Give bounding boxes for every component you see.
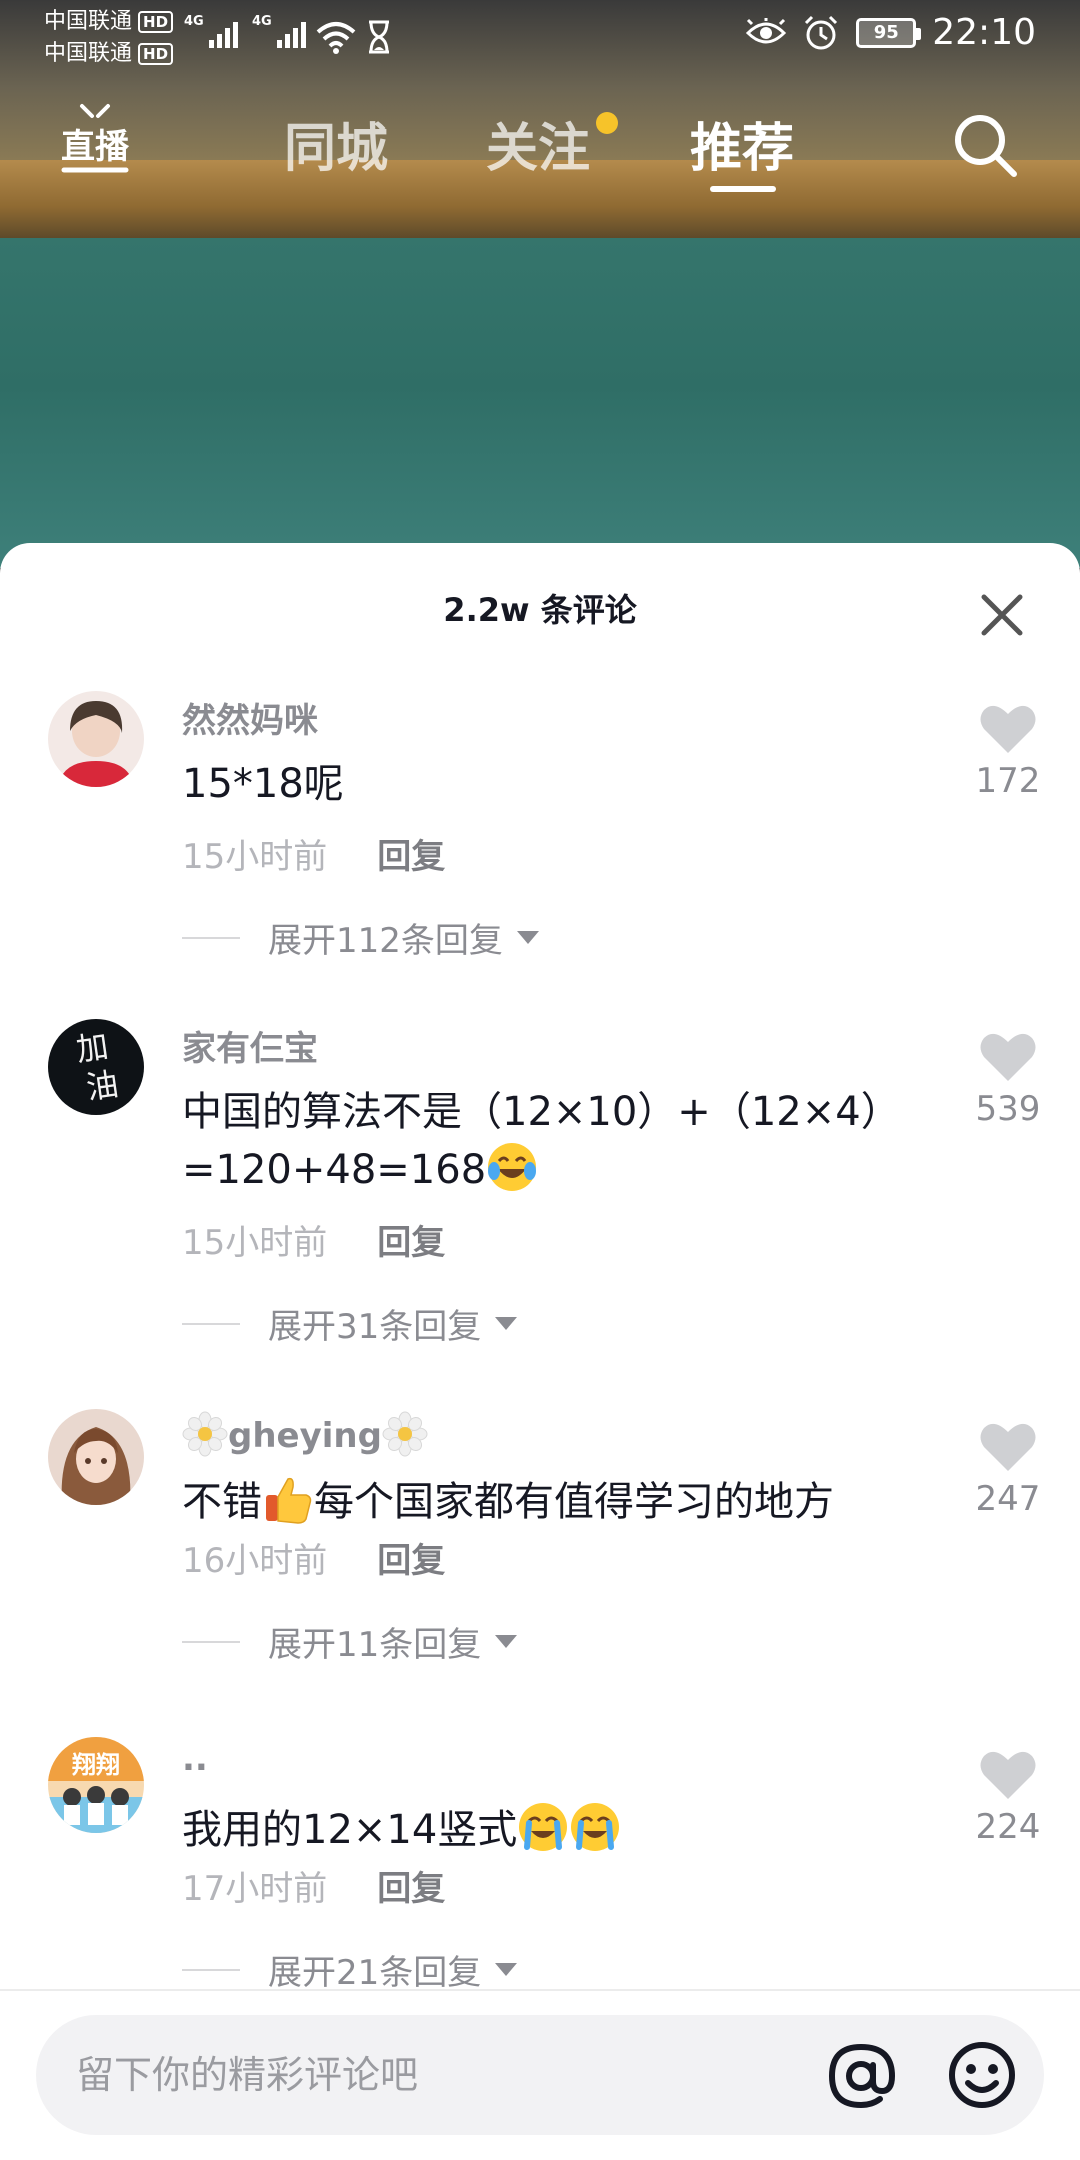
status-bar: 中国联通 HD 中国联通 HD 4G 4G 95 22:10 <box>0 0 1080 76</box>
flower-icon <box>382 1411 428 1457</box>
flower-icon <box>182 1411 228 1457</box>
comment-username-text: gheying <box>228 1416 382 1456</box>
comment-text[interactable]: 中国的算法不是（12×10）+（12×4）=120+48=168 <box>182 1083 922 1199</box>
reply-button[interactable]: 回复 <box>377 837 445 877</box>
chevron-down-icon <box>495 1963 518 1976</box>
expand-replies[interactable]: 展开112条回复 <box>182 913 539 962</box>
svg-text:油: 油 <box>84 1065 121 1107</box>
heart-icon <box>980 1423 1036 1471</box>
comment-username[interactable]: gheying <box>182 1411 428 1457</box>
comment-meta: 17小时前 回复 <box>182 1861 445 1910</box>
top-nav: 直播 同城 关注 推荐 <box>0 100 1080 200</box>
comment-time: 15小时前 <box>182 1223 328 1263</box>
chevron-down-icon <box>495 1317 518 1330</box>
hd-badge-2: HD <box>138 43 174 65</box>
tab-recommend[interactable]: 推荐 <box>690 106 794 181</box>
avatar[interactable]: 翔翔 <box>48 1737 144 1833</box>
comment-time: 16小时前 <box>182 1541 328 1581</box>
live-tv-icon[interactable]: 直播 <box>60 102 130 178</box>
tab-nearby[interactable]: 同城 <box>284 106 388 181</box>
like-button[interactable]: 247 <box>960 1421 1056 1519</box>
like-count: 539 <box>975 1089 1041 1129</box>
expand-replies[interactable]: 展开31条回复 <box>182 1299 518 1348</box>
like-button[interactable]: 172 <box>960 703 1056 801</box>
comment-text-after: 每个国家都有值得学习的地方 <box>314 1479 834 1525</box>
carrier-name-2: 中国联通 <box>44 41 133 66</box>
comment-text-before: 不错 <box>182 1479 262 1525</box>
reply-button[interactable]: 回复 <box>377 1869 445 1909</box>
comment-username[interactable]: .. <box>182 1739 208 1779</box>
signal-icon: 4G <box>252 14 306 48</box>
heart-icon <box>980 1033 1036 1081</box>
comment-input[interactable] <box>76 2015 836 2135</box>
comment-username[interactable]: 家有仨宝 <box>182 1021 318 1070</box>
expand-replies[interactable]: 展开21条回复 <box>182 1945 518 1994</box>
avatar[interactable] <box>48 1409 144 1505</box>
notification-dot <box>596 112 618 134</box>
like-count: 172 <box>975 761 1041 801</box>
comment-username[interactable]: 然然妈咪 <box>182 693 318 742</box>
emoji-icon[interactable] <box>946 2039 1018 2111</box>
avatar[interactable] <box>48 691 144 787</box>
comment-text[interactable]: 15*18呢 <box>182 755 922 813</box>
live-label: 直播 <box>61 127 130 167</box>
active-tab-indicator <box>710 186 776 192</box>
eye-icon <box>746 17 787 43</box>
at-mention-icon[interactable] <box>826 2041 896 2111</box>
video-background[interactable] <box>0 0 1080 568</box>
comment-text[interactable]: 不错 每个国家都有值得学习的地方 <box>182 1473 922 1531</box>
comment-input-container[interactable] <box>36 2015 1044 2135</box>
heart-icon <box>980 705 1036 753</box>
wifi-icon <box>316 22 356 54</box>
hd-badge-1: HD <box>138 11 174 33</box>
search-icon[interactable] <box>952 112 1018 178</box>
comment-text[interactable]: 我用的12×14竖式 <box>182 1801 922 1859</box>
tab-following[interactable]: 关注 <box>486 106 590 181</box>
comment-time: 15小时前 <box>182 837 328 877</box>
comment-meta: 15小时前 回复 <box>182 829 445 878</box>
laughing-tears-emoji <box>488 1143 537 1191</box>
comments-title: 2.2w 条评论 <box>443 591 637 629</box>
close-icon[interactable] <box>980 593 1024 637</box>
expand-replies-label: 展开11条回复 <box>268 1625 482 1665</box>
network-label-1: 4G <box>184 14 204 29</box>
like-count: 224 <box>975 1807 1041 1847</box>
comment-text-content: 我用的12×14竖式 <box>182 1807 518 1853</box>
signal-icon: 4G <box>184 14 238 48</box>
heart-icon <box>980 1751 1036 1799</box>
crying-laugh-emoji <box>571 1803 620 1851</box>
comment-meta: 15小时前 回复 <box>182 1215 445 1264</box>
chevron-down-icon <box>495 1635 518 1648</box>
app-screen: 中国联通 HD 中国联通 HD 4G 4G 95 22:10 直播 同城 关注 … <box>0 0 1080 2160</box>
clock: 22:10 <box>932 12 1036 53</box>
like-count: 247 <box>975 1479 1041 1519</box>
thumbs-up-emoji <box>266 1477 312 1524</box>
reply-button[interactable]: 回复 <box>377 1223 445 1263</box>
carrier-name-1: 中国联通 <box>44 9 133 34</box>
reply-button[interactable]: 回复 <box>377 1541 445 1581</box>
crying-laugh-emoji <box>519 1803 568 1851</box>
comment-meta: 16小时前 回复 <box>182 1533 445 1582</box>
expand-replies[interactable]: 展开11条回复 <box>182 1617 518 1666</box>
chevron-down-icon <box>516 931 539 944</box>
carrier-info: 中国联通 HD 中国联通 HD <box>44 6 174 70</box>
network-label-2: 4G <box>252 14 272 29</box>
like-button[interactable]: 224 <box>960 1749 1056 1847</box>
battery-indicator: 95 <box>856 17 922 48</box>
comment-input-bar <box>0 1989 1080 2160</box>
like-button[interactable]: 539 <box>960 1031 1056 1129</box>
chalkboard <box>0 238 1080 568</box>
svg-text:加: 加 <box>74 1027 111 1069</box>
comment-text-content: 中国的算法不是（12×10）+（12×4）=120+48=168 <box>182 1089 901 1193</box>
expand-replies-label: 展开31条回复 <box>268 1307 482 1347</box>
comments-sheet[interactable]: 2.2w 条评论 然然妈咪 15*18呢 15小时前 回复 展开112条回复 1… <box>0 543 1080 2160</box>
hourglass-icon <box>369 20 389 54</box>
expand-replies-label: 展开112条回复 <box>268 921 503 961</box>
expand-replies-label: 展开21条回复 <box>268 1953 482 1993</box>
avatar[interactable]: 加 油 <box>48 1019 144 1115</box>
svg-text:翔翔: 翔翔 <box>72 1751 120 1779</box>
alarm-icon <box>805 15 838 49</box>
comment-time: 17小时前 <box>182 1869 328 1909</box>
